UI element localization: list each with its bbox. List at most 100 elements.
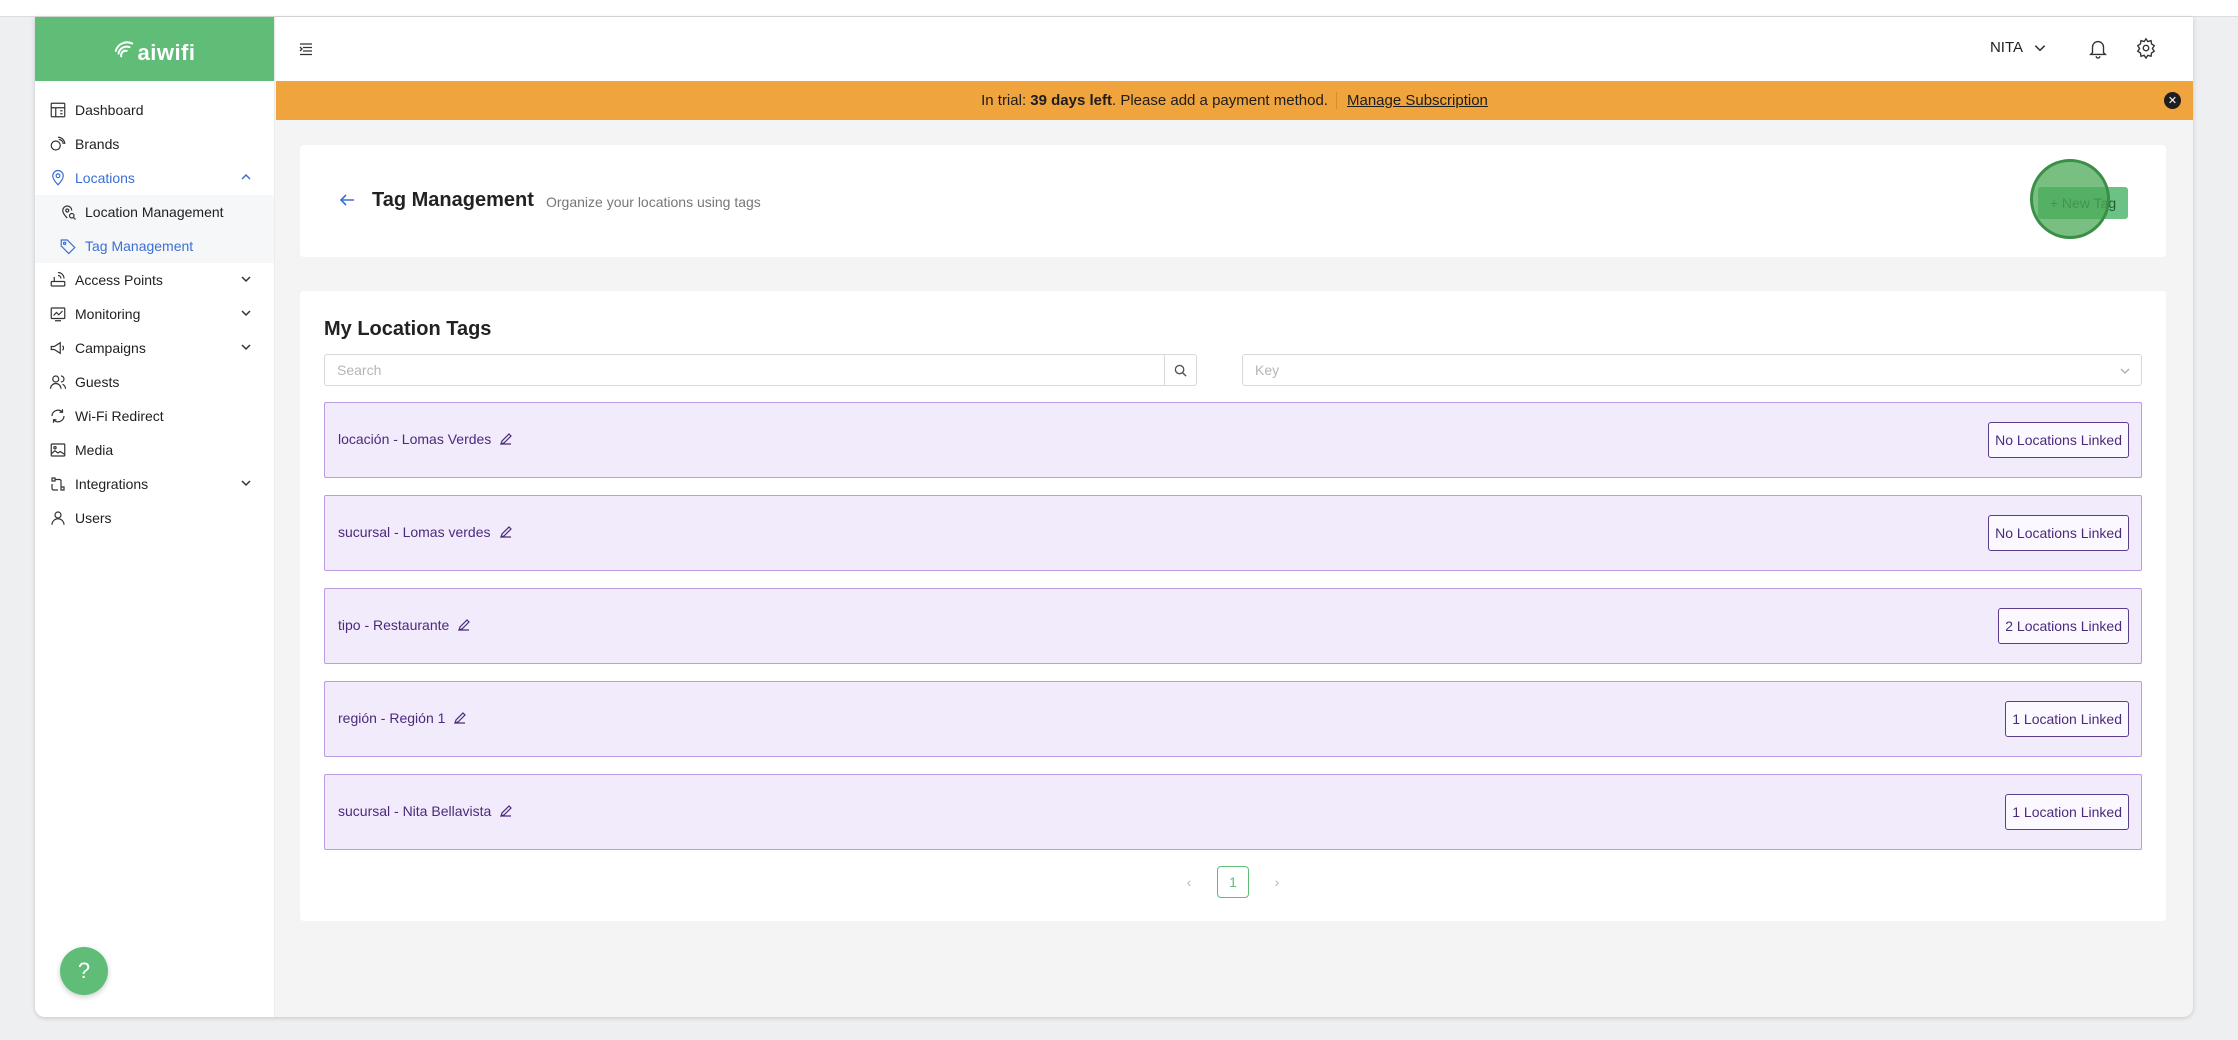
chevron-down-icon	[241, 276, 251, 283]
app-frame: aiwifi Dashboard Brands Locations Locati…	[35, 17, 2193, 1017]
prev-page-icon[interactable]: ‹	[1177, 870, 1201, 894]
tag-row: sucursal - Lomas verdes No Locations Lin…	[324, 495, 2142, 571]
new-tag-button[interactable]: + New Tag	[2038, 187, 2128, 219]
sidebar-item-access-points[interactable]: Access Points	[35, 263, 274, 297]
chevron-down-icon	[241, 480, 251, 487]
redirect-icon	[49, 407, 67, 425]
brands-icon	[49, 135, 67, 153]
sidebar-item-guests[interactable]: Guests	[35, 365, 274, 399]
trial-prefix: In trial:	[981, 92, 1027, 109]
key-select[interactable]: Key	[1242, 354, 2142, 386]
user-icon	[49, 509, 67, 527]
sidebar-subitem-location-management[interactable]: Location Management	[35, 195, 274, 229]
edit-pencil-icon[interactable]	[499, 432, 513, 446]
tags-card: My Location Tags Key locación - Lomas Ve…	[300, 291, 2166, 921]
linked-locations-button[interactable]: 1 Location Linked	[2005, 794, 2129, 830]
tag-name: región - Región 1	[338, 710, 446, 726]
location-pin-icon	[49, 169, 67, 187]
sidebar-item-dashboard[interactable]: Dashboard	[35, 93, 274, 127]
tag-row: locación - Lomas Verdes No Locations Lin…	[324, 402, 2142, 478]
sidebar-subitem-label: Location Management	[85, 204, 224, 220]
search-button[interactable]	[1164, 355, 1196, 385]
linked-locations-button[interactable]: 2 Locations Linked	[1998, 608, 2129, 644]
user-name: NITA	[1989, 39, 2023, 56]
sidebar-item-locations[interactable]: Locations	[35, 161, 274, 195]
sidebar-subitem-tag-management[interactable]: Tag Management	[35, 229, 274, 263]
dashboard-icon	[49, 101, 67, 119]
sidebar-subitem-label: Tag Management	[85, 238, 194, 254]
search-input[interactable]	[325, 355, 1164, 385]
sidebar-item-label: Campaigns	[75, 340, 146, 356]
linked-locations-button[interactable]: 1 Location Linked	[2005, 701, 2129, 737]
search-icon	[1174, 364, 1187, 377]
page-title: Tag Management	[372, 189, 534, 211]
sidebar-item-integrations[interactable]: Integrations	[35, 467, 274, 501]
sidebar: aiwifi Dashboard Brands Locations Locati…	[35, 17, 275, 1017]
linked-locations-button[interactable]: No Locations Linked	[1988, 422, 2129, 458]
tag-icon	[59, 237, 77, 255]
edit-pencil-icon[interactable]	[499, 525, 513, 539]
sidebar-item-monitoring[interactable]: Monitoring	[35, 297, 274, 331]
browser-top-strip	[0, 0, 2238, 17]
router-icon	[49, 271, 67, 289]
page-header-card: Tag Management Organize your locations u…	[300, 145, 2166, 257]
sidebar-item-media[interactable]: Media	[35, 433, 274, 467]
tag-name: sucursal - Nita Bellavista	[338, 803, 492, 819]
chevron-down-icon	[241, 310, 251, 317]
sidebar-item-label: Users	[75, 510, 112, 526]
sidebar-item-campaigns[interactable]: Campaigns	[35, 331, 274, 365]
sidebar-nav: Dashboard Brands Locations Location Mana…	[35, 81, 274, 535]
close-banner-icon[interactable]: ✕	[2164, 92, 2181, 109]
edit-pencil-icon[interactable]	[457, 618, 471, 632]
search-box	[324, 354, 1197, 386]
edit-pencil-icon[interactable]	[453, 711, 467, 725]
guests-icon	[49, 373, 67, 391]
user-menu[interactable]: NITA	[1990, 39, 2047, 56]
sidebar-item-brands[interactable]: Brands	[35, 127, 274, 161]
pagination: ‹ 1 ›	[300, 866, 2166, 898]
page-number-current[interactable]: 1	[1217, 866, 1249, 898]
wifi-logo-icon	[115, 41, 134, 58]
locations-submenu: Location Management Tag Management	[35, 195, 274, 263]
top-header: NITA	[276, 17, 2193, 81]
chevron-down-icon	[241, 344, 251, 351]
main-content: NITA In trial: 39 days left. Please add …	[276, 17, 2193, 1017]
next-page-icon[interactable]: ›	[1265, 870, 1289, 894]
trial-banner: In trial: 39 days left. Please add a pay…	[276, 81, 2193, 120]
sidebar-item-label: Media	[75, 442, 114, 458]
edit-pencil-icon[interactable]	[499, 804, 513, 818]
help-button[interactable]: ?	[60, 947, 108, 995]
chevron-down-icon	[2034, 44, 2046, 51]
integrations-icon	[49, 475, 67, 493]
linked-locations-button[interactable]: No Locations Linked	[1988, 515, 2129, 551]
sidebar-item-users[interactable]: Users	[35, 501, 274, 535]
page-subtitle: Organize your locations using tags	[546, 194, 761, 210]
chevron-down-icon	[2120, 368, 2130, 374]
tag-row: región - Región 1 1 Location Linked	[324, 681, 2142, 757]
sidebar-item-label: Monitoring	[75, 306, 141, 322]
sidebar-item-label: Dashboard	[75, 102, 144, 118]
brand-logo[interactable]: aiwifi	[35, 17, 274, 81]
sidebar-item-label: Wi-Fi Redirect	[75, 408, 164, 424]
sidebar-item-label: Locations	[75, 170, 135, 186]
media-icon	[49, 441, 67, 459]
trial-suffix: . Please add a payment method.	[1112, 92, 1328, 109]
tag-row: tipo - Restaurante 2 Locations Linked	[324, 588, 2142, 664]
location-search-icon	[59, 203, 77, 221]
chevron-up-icon	[241, 173, 251, 180]
tags-card-title: My Location Tags	[324, 318, 492, 340]
key-select-placeholder: Key	[1255, 362, 1280, 378]
sidebar-item-label: Brands	[75, 136, 120, 152]
sidebar-item-label: Integrations	[75, 476, 149, 492]
back-arrow-icon[interactable]	[338, 191, 356, 209]
manage-subscription-link[interactable]: Manage Subscription	[1335, 92, 1488, 109]
bell-icon[interactable]	[2087, 37, 2109, 59]
menu-toggle-icon[interactable]	[298, 41, 314, 57]
monitoring-icon	[49, 305, 67, 323]
sidebar-item-label: Access Points	[75, 272, 163, 288]
gear-icon[interactable]	[2135, 37, 2157, 59]
brand-name: aiwifi	[137, 40, 196, 65]
tag-name: tipo - Restaurante	[338, 617, 450, 633]
sidebar-item-wifi-redirect[interactable]: Wi-Fi Redirect	[35, 399, 274, 433]
tag-name: sucursal - Lomas verdes	[338, 524, 491, 540]
